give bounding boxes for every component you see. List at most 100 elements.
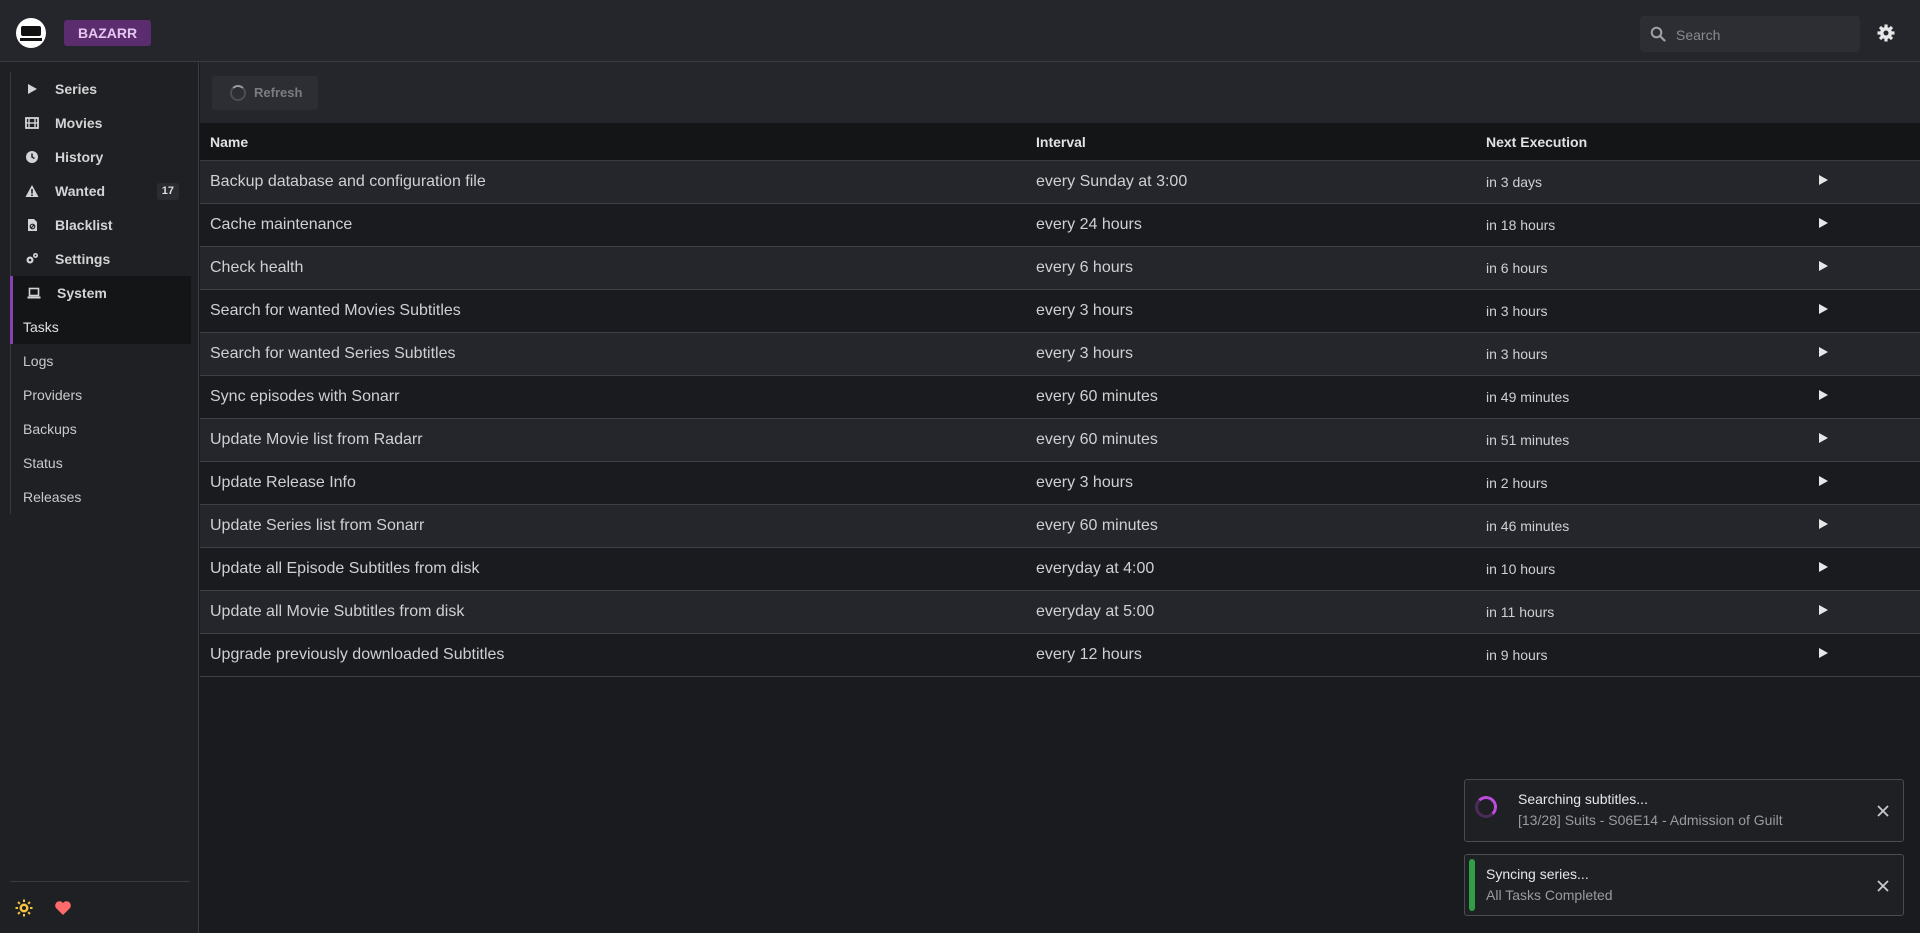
sidebar-item-label: Series xyxy=(55,81,98,97)
task-next-execution-cell: in 11 hours xyxy=(1476,590,1806,634)
file-ban-icon xyxy=(28,219,37,231)
sidebar-subitem-logs[interactable]: Logs xyxy=(11,344,191,378)
sidebar: Series Movies History Wanted 17 Blacklis… xyxy=(0,62,199,933)
sidebar-item-history[interactable]: History xyxy=(11,140,191,174)
table-row: Backup database and configuration file ev… xyxy=(200,160,1920,204)
run-task-play-icon[interactable] xyxy=(1816,431,1830,445)
task-name-cell: Update all Movie Subtitles from disk xyxy=(200,590,1026,634)
laptop-icon xyxy=(27,287,41,299)
sidebar-subitem-tasks[interactable]: Tasks xyxy=(10,310,191,344)
task-name-cell: Backup database and configuration file xyxy=(200,160,1026,204)
task-interval-cell: every 3 hours xyxy=(1026,461,1476,505)
run-task-play-icon[interactable] xyxy=(1816,474,1830,488)
table-row: Update all Movie Subtitles from disk ever… xyxy=(200,590,1920,634)
content-toolbar: Refresh xyxy=(200,62,1920,123)
run-task-play-icon[interactable] xyxy=(1816,259,1830,273)
notification-subtitle: [13/28] Suits - S06E14 - Admission of Gu… xyxy=(1518,812,1783,828)
task-next-execution-cell: in 9 hours xyxy=(1476,633,1806,677)
sidebar-item-label: Wanted xyxy=(55,183,106,199)
run-task-play-icon[interactable] xyxy=(1816,388,1830,402)
sidebar-subitem-providers[interactable]: Providers xyxy=(11,378,191,412)
clock-icon xyxy=(26,151,38,163)
task-next-execution-cell: in 10 hours xyxy=(1476,547,1806,591)
task-action-cell xyxy=(1806,504,1920,548)
gear-icon[interactable] xyxy=(1876,23,1896,43)
close-icon[interactable] xyxy=(1877,880,1889,892)
run-task-play-icon[interactable] xyxy=(1816,560,1830,574)
bazarr-logo-icon[interactable] xyxy=(16,18,46,48)
task-interval-cell: every 6 hours xyxy=(1026,246,1476,290)
task-next-execution-cell: in 49 minutes xyxy=(1476,375,1806,419)
run-task-play-icon[interactable] xyxy=(1816,345,1830,359)
run-task-play-icon[interactable] xyxy=(1816,173,1830,187)
notification-searching-subtitles: Searching subtitles... [13/28] Suits - S… xyxy=(1464,779,1904,842)
task-action-cell xyxy=(1806,547,1920,591)
film-icon xyxy=(25,117,39,129)
sidebar-item-blacklist[interactable]: Blacklist xyxy=(11,208,191,242)
task-name-cell: Update Movie list from Radarr xyxy=(200,418,1026,462)
search-input[interactable] xyxy=(1674,16,1858,54)
sidebar-nav: Series Movies History Wanted 17 Blacklis… xyxy=(10,72,191,514)
tasks-table: Name Interval Next Execution Backup data… xyxy=(200,123,1920,677)
refresh-label: Refresh xyxy=(254,85,303,100)
run-task-play-icon[interactable] xyxy=(1816,302,1830,316)
close-icon[interactable] xyxy=(1877,805,1889,817)
task-interval-cell: every Sunday at 3:00 xyxy=(1026,160,1476,204)
warning-icon xyxy=(25,185,39,197)
search-box[interactable] xyxy=(1640,16,1860,54)
sidebar-item-settings[interactable]: Settings xyxy=(11,242,191,276)
task-next-execution-cell: in 3 hours xyxy=(1476,289,1806,333)
task-name-cell: Check health xyxy=(200,246,1026,290)
task-next-execution-cell: in 6 hours xyxy=(1476,246,1806,290)
task-name-cell: Update Release Info xyxy=(200,461,1026,505)
brand-badge[interactable]: BAZARR xyxy=(64,20,152,46)
task-action-cell xyxy=(1806,375,1920,419)
sidebar-item-system[interactable]: System xyxy=(10,276,191,310)
task-name-cell: Upgrade previously downloaded Subtitles xyxy=(200,633,1026,677)
sidebar-item-label: Settings xyxy=(55,251,111,267)
run-task-play-icon[interactable] xyxy=(1816,646,1830,660)
task-action-cell xyxy=(1806,332,1920,376)
table-row: Sync episodes with Sonarr every 60 minute… xyxy=(200,375,1920,419)
task-name-cell: Sync episodes with Sonarr xyxy=(200,375,1026,419)
heart-icon[interactable] xyxy=(54,899,72,917)
play-icon xyxy=(28,84,37,94)
loading-spinner-icon xyxy=(230,85,246,101)
sidebar-item-series[interactable]: Series xyxy=(11,72,191,106)
task-action-cell xyxy=(1806,461,1920,505)
task-next-execution-cell: in 51 minutes xyxy=(1476,418,1806,462)
sidebar-item-label: Movies xyxy=(55,115,103,131)
task-next-execution-cell: in 3 days xyxy=(1476,160,1806,204)
task-action-cell xyxy=(1806,418,1920,462)
task-action-cell xyxy=(1806,160,1920,204)
table-row: Update Movie list from Radarr every 60 mi… xyxy=(200,418,1920,462)
sun-icon[interactable] xyxy=(15,899,33,917)
sidebar-item-label: Blacklist xyxy=(55,217,113,233)
task-next-execution-cell: in 2 hours xyxy=(1476,461,1806,505)
task-next-execution-cell: in 3 hours xyxy=(1476,332,1806,376)
task-interval-cell: everyday at 4:00 xyxy=(1026,547,1476,591)
run-task-play-icon[interactable] xyxy=(1816,216,1830,230)
task-interval-cell: every 12 hours xyxy=(1026,633,1476,677)
refresh-button[interactable]: Refresh xyxy=(212,76,319,110)
tasks-table-body: Backup database and configuration file ev… xyxy=(200,160,1920,677)
task-next-execution-cell: in 46 minutes xyxy=(1476,504,1806,548)
run-task-play-icon[interactable] xyxy=(1816,603,1830,617)
run-task-play-icon[interactable] xyxy=(1816,517,1830,531)
notification-title: Searching subtitles... xyxy=(1518,791,1648,807)
wanted-count-badge: 17 xyxy=(156,183,179,200)
notification-title: Syncing series... xyxy=(1486,866,1589,882)
sidebar-subitem-backups[interactable]: Backups xyxy=(11,412,191,446)
column-header-interval: Interval xyxy=(1026,123,1476,161)
sidebar-item-movies[interactable]: Movies xyxy=(11,106,191,140)
column-header-actions xyxy=(1806,123,1920,161)
task-interval-cell: every 24 hours xyxy=(1026,203,1476,247)
task-action-cell xyxy=(1806,590,1920,634)
task-interval-cell: every 3 hours xyxy=(1026,289,1476,333)
table-row: Cache maintenance every 24 hours in 18 hou… xyxy=(200,203,1920,247)
sidebar-subitem-status[interactable]: Status xyxy=(11,446,191,480)
task-action-cell xyxy=(1806,633,1920,677)
sidebar-item-wanted[interactable]: Wanted 17 xyxy=(11,174,191,208)
sidebar-subitem-releases[interactable]: Releases xyxy=(11,480,191,514)
task-next-execution-cell: in 18 hours xyxy=(1476,203,1806,247)
